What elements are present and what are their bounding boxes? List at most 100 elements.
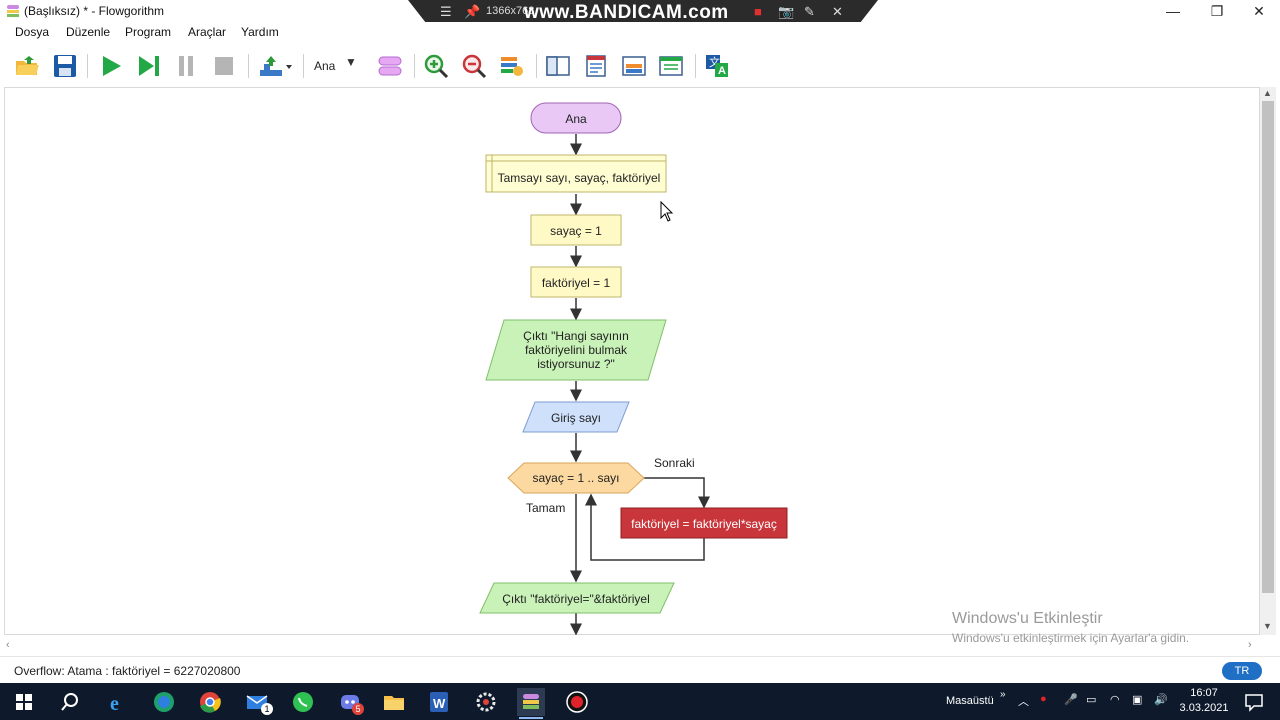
mail-badge: 1: [261, 703, 273, 715]
scroll-right-icon[interactable]: ›: [1248, 639, 1252, 651]
layout-left-icon[interactable]: [544, 52, 572, 80]
close-button[interactable]: ✕: [1238, 0, 1280, 22]
pin-icon[interactable]: 📌: [464, 4, 480, 20]
chrome-icon[interactable]: [196, 688, 224, 716]
open-folder-icon[interactable]: [13, 52, 41, 80]
zoom-in-icon[interactable]: [422, 52, 450, 80]
discord-badge: 5: [352, 703, 364, 715]
whatsapp-icon[interactable]: [289, 688, 317, 716]
output-result-block[interactable]: Çıktı "faktöriyel="&faktöriyel: [479, 582, 675, 614]
notification-icon[interactable]: [1240, 688, 1268, 716]
vertical-scrollbar[interactable]: ▲ ▼: [1260, 87, 1276, 635]
windows-start-icon[interactable]: [10, 688, 38, 716]
run-icon[interactable]: [97, 52, 125, 80]
assign-faktoriyel-label: faktöriyel = 1: [542, 276, 611, 290]
toolbar-separator: [536, 54, 537, 78]
word-icon[interactable]: W: [425, 688, 453, 716]
search-icon[interactable]: [56, 688, 84, 716]
clock[interactable]: 16:07 3.03.2021: [1176, 686, 1232, 716]
loop-body-block[interactable]: faktöriyel = faktöriyel*sayaç: [620, 507, 788, 539]
recorder-logo: www.BANDICAM.com: [524, 2, 729, 23]
translate-icon[interactable]: 文 A: [703, 52, 731, 80]
chart-icon[interactable]: [620, 52, 648, 80]
start-terminal[interactable]: Ana: [530, 102, 622, 134]
output-question-block[interactable]: Çıktı "Hangi sayının faktöriyelini bulma…: [485, 319, 667, 381]
scroll-up-icon[interactable]: ▲: [1263, 88, 1272, 98]
scroll-thumb[interactable]: [1262, 101, 1274, 593]
battery-icon[interactable]: ▭: [1086, 693, 1096, 706]
settings-app-icon[interactable]: [472, 688, 500, 716]
double-chevron-icon[interactable]: »: [1000, 689, 1006, 700]
for-loop-block[interactable]: sayaç = 1 .. sayı: [507, 462, 645, 494]
menu-dosya[interactable]: Dosya: [15, 25, 49, 39]
scroll-down-icon[interactable]: ▼: [1263, 621, 1272, 631]
save-icon[interactable]: [51, 52, 79, 80]
assign-sayac-label: sayaç = 1: [550, 224, 602, 238]
loop-done-label: Tamam: [526, 501, 565, 515]
toolbar-separator: [414, 54, 415, 78]
discord-app[interactable]: 5: [336, 688, 364, 716]
record-icon[interactable]: [563, 688, 591, 716]
mouse-cursor-icon: [660, 200, 674, 222]
watermark-title: Windows'u Etkinleştir: [952, 610, 1103, 627]
stop-icon[interactable]: [210, 52, 238, 80]
add-function-icon[interactable]: [376, 52, 404, 80]
camera-icon[interactable]: 📷: [778, 4, 794, 20]
wifi-icon[interactable]: ◠: [1110, 693, 1120, 706]
loop-body-label: faktöriyel = faktöriyel*sayaç: [631, 517, 777, 531]
declare-block[interactable]: Tamsayı sayı, sayaç, faktöriyel: [485, 154, 667, 193]
pencil-icon[interactable]: ✎: [804, 4, 815, 20]
record-icon[interactable]: ■: [754, 4, 762, 19]
console-icon[interactable]: [582, 52, 610, 80]
declare-block-label: Tamsayı sayı, sayaç, faktöriyel: [498, 171, 661, 185]
window-title: (Başlıksız) * - Flowgorithm: [24, 4, 165, 18]
output-question-line: Çıktı "Hangi sayının: [523, 329, 629, 343]
assign-sayac-block[interactable]: sayaç = 1: [530, 214, 622, 246]
record-tray-icon[interactable]: ●: [1040, 693, 1047, 705]
restore-button[interactable]: ❐: [1196, 0, 1238, 22]
network-icon[interactable]: ▣: [1132, 693, 1142, 706]
menu-duzenle[interactable]: Düzenle: [66, 25, 110, 39]
watermark-subtitle: Windows'u etkinleştirmek için Ayarlar'a …: [952, 631, 1190, 645]
menu-yardim[interactable]: Yardım: [241, 25, 279, 39]
pause-icon[interactable]: [172, 52, 200, 80]
taskbar: e 1 5 W Masaüstü » ︿ ● 🎤 ▭ ◠ ▣ 🔊 16:07 3…: [0, 683, 1280, 720]
flowchart: Ana Tamsayı sayı, sayaç, faktöriyel saya…: [479, 102, 788, 636]
output-result-label: Çıktı "faktöriyel="&faktöriyel: [502, 592, 650, 606]
ie-icon[interactable]: e: [104, 688, 132, 716]
menu-icon[interactable]: ☰: [440, 4, 452, 20]
start-terminal-label: Ana: [565, 112, 587, 126]
speed-icon[interactable]: [256, 52, 296, 80]
step-icon[interactable]: [135, 52, 163, 80]
microphone-icon[interactable]: 🎤: [1064, 693, 1078, 706]
minimize-button[interactable]: —: [1152, 0, 1194, 22]
loop-next-connector: [644, 477, 710, 509]
toolbar: Ana ▼ 文 A: [0, 46, 1280, 86]
menu-araclar[interactable]: Araçlar: [188, 25, 226, 39]
variables-icon[interactable]: [498, 52, 526, 80]
desktop-toolbar-label[interactable]: Masaüstü: [946, 695, 994, 707]
zoom-out-icon[interactable]: [460, 52, 488, 80]
mail-app[interactable]: 1: [243, 688, 273, 716]
status-message: Overflow: Atama : faktöriyel = 622702080…: [14, 664, 241, 678]
menu-program[interactable]: Program: [125, 25, 171, 39]
for-loop-label: sayaç = 1 .. sayı: [532, 471, 619, 485]
close-icon[interactable]: ✕: [832, 4, 843, 20]
language-badge[interactable]: TR: [1222, 662, 1262, 680]
file-explorer-icon[interactable]: [380, 688, 408, 716]
chevron-up-icon[interactable]: ︿: [1018, 693, 1029, 709]
scroll-left-icon[interactable]: ‹: [6, 639, 10, 651]
toolbar-separator: [87, 54, 88, 78]
assign-faktoriyel-block[interactable]: faktöriyel = 1: [530, 266, 622, 298]
flowgorithm-taskbar-button[interactable]: [517, 688, 545, 719]
recorder-overlay: ☰ 📌 1366x768 www.BANDICAM.com ■ 📷 ✎ ✕: [408, 0, 878, 24]
clock-time: 16:07: [1190, 687, 1218, 699]
flowchart-canvas[interactable]: Ana Tamsayı sayı, sayaç, faktöriyel saya…: [4, 87, 1260, 636]
chevron-down-icon[interactable]: ▼: [345, 55, 357, 69]
volume-icon[interactable]: 🔊: [1154, 693, 1168, 706]
function-selector[interactable]: Ana: [314, 59, 335, 73]
edge-icon[interactable]: [150, 688, 178, 716]
toolbar-separator: [248, 54, 249, 78]
source-view-icon[interactable]: [657, 52, 685, 80]
input-block[interactable]: Giriş sayı: [522, 401, 630, 433]
